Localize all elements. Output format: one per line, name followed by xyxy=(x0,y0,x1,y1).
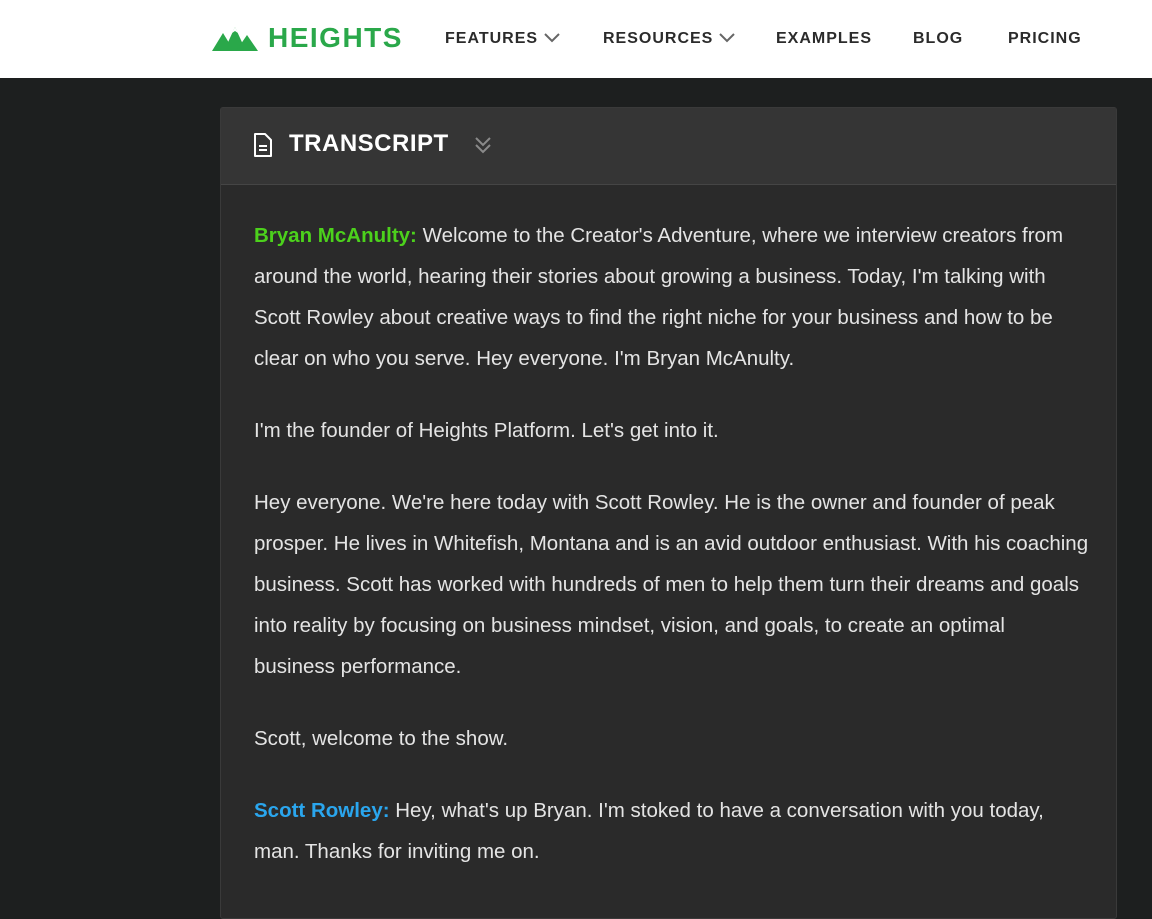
transcript-paragraph: Bryan McAnulty: Welcome to the Creator's… xyxy=(254,215,1089,379)
top-navbar: HEIGHTS FEATURES RESOURCES EXAMPLES BLOG… xyxy=(0,0,1152,78)
transcript-paragraph: I'm the founder of Heights Platform. Let… xyxy=(254,410,1089,451)
speaker-name: Scott Rowley: xyxy=(254,799,390,822)
mountain-logo-icon xyxy=(212,25,258,51)
nav-features[interactable]: FEATURES xyxy=(445,27,560,51)
nav-examples[interactable]: EXAMPLES xyxy=(776,27,872,51)
transcript-body: Bryan McAnulty: Welcome to the Creator's… xyxy=(254,215,1089,903)
transcript-panel: TRANSCRIPT Bryan McAnulty: Welcome to th… xyxy=(220,107,1117,919)
transcript-title: TRANSCRIPT xyxy=(289,130,449,157)
transcript-paragraph: Scott Rowley: Hey, what's up Bryan. I'm … xyxy=(254,790,1089,872)
nav-resources[interactable]: RESOURCES xyxy=(603,27,736,51)
heights-logo[interactable]: HEIGHTS xyxy=(212,22,403,54)
nav-blog[interactable]: BLOG xyxy=(913,27,963,51)
document-icon xyxy=(253,133,273,162)
transcript-header[interactable]: TRANSCRIPT xyxy=(221,108,1116,185)
double-chevron-down-icon[interactable] xyxy=(473,135,493,160)
nav-features-label: FEATURES xyxy=(445,30,539,47)
brand-name: HEIGHTS xyxy=(268,22,403,53)
transcript-paragraph: Hey everyone. We're here today with Scot… xyxy=(254,482,1089,687)
nav-pricing[interactable]: PRICING xyxy=(1008,27,1082,51)
transcript-text: Scott, welcome to the show. xyxy=(254,727,509,750)
chevron-down-icon xyxy=(719,30,736,48)
speaker-name: Bryan McAnulty: xyxy=(254,224,417,247)
transcript-paragraph: Scott, welcome to the show. xyxy=(254,718,1089,759)
chevron-down-icon xyxy=(544,30,560,48)
transcript-text: Hey everyone. We're here today with Scot… xyxy=(254,491,1089,678)
transcript-text: I'm the founder of Heights Platform. Let… xyxy=(254,419,719,442)
nav-resources-label: RESOURCES xyxy=(603,30,714,47)
